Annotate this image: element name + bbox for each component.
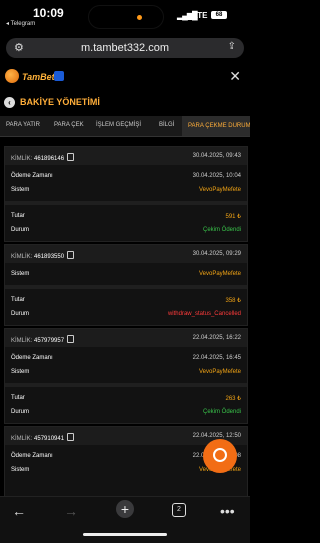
id-label: KİMLİK: — [11, 254, 33, 260]
browser-toolbar: ← → + 2 ••• — [0, 496, 250, 543]
logo-text[interactable]: TamBet — [22, 72, 55, 82]
transaction-date: 22.04.2025, 16:22 — [192, 335, 241, 341]
transaction-date: 22.04.2025, 12:50 — [192, 433, 241, 439]
copy-icon[interactable] — [67, 433, 75, 441]
transaction-card: KİMLİK: 461893550 30.04.2025, 09:29 Sist… — [4, 244, 248, 326]
transaction-header: KİMLİK: 457979957 22.04.2025, 16:22 — [5, 329, 247, 347]
list-item: Durum Çekim Ödendi — [5, 405, 247, 419]
list-item: Sistem VevoPayMefete — [5, 183, 247, 197]
recording-dot-icon — [137, 15, 142, 20]
back-arrow-icon[interactable]: ‹ — [4, 97, 15, 108]
tab-switcher-icon[interactable]: 2 — [172, 503, 186, 517]
list-item: Tutar 263 ₺ — [5, 391, 247, 405]
tab-para-cek[interactable]: PARA ÇEK — [54, 122, 84, 128]
tab-bar: PARA YATIR PARA ÇEK İŞLEM GEÇMİŞİ BİLGİ … — [0, 116, 250, 137]
copy-icon[interactable] — [67, 153, 75, 161]
row-value: VevoPayMefete — [198, 369, 241, 375]
chat-bubble-icon — [213, 448, 227, 462]
row-label: Sistem — [11, 271, 30, 277]
address-bar[interactable]: ⚙ m.tambet332.com ⇪ — [6, 38, 244, 58]
transaction-id: 457910941 — [34, 436, 65, 442]
status-bar: 10:09 ◂ Telegram ▂▄▆█ LTE 68 — [0, 0, 250, 30]
tambet-logo-icon[interactable] — [5, 69, 19, 83]
row-label: Durum — [11, 409, 30, 415]
transaction-header: KİMLİK: 461896146 30.04.2025, 09:43 — [5, 147, 247, 165]
id-label: KİMLİK: — [11, 436, 33, 442]
clock: 10:09 — [33, 6, 64, 20]
list-item: Tutar 591 ₺ — [5, 209, 247, 223]
battery-icon: 68 — [211, 11, 227, 19]
list-item: Ödeme Zamanı 30.04.2025, 10:04 — [5, 169, 247, 183]
row-value: 22.04.2025, 16:45 — [192, 355, 241, 361]
row-label: Sistem — [11, 187, 30, 193]
row-value: VevoPayMefete — [198, 271, 241, 277]
transaction-card: KİMLİK: 457979957 22.04.2025, 16:22 Ödem… — [4, 328, 248, 424]
transaction-date: 30.04.2025, 09:29 — [192, 251, 241, 257]
divider — [5, 383, 247, 387]
row-label: Durum — [11, 227, 30, 233]
row-label: Tutar — [11, 395, 25, 401]
transaction-id: 461896146 — [34, 156, 65, 162]
list-item: Durum withdraw_status_Cancelled — [5, 307, 247, 321]
close-icon[interactable]: ✕ — [229, 68, 241, 85]
back-icon[interactable]: ← — [12, 503, 26, 519]
row-label: Tutar — [11, 213, 25, 219]
id-label: KİMLİK: — [11, 156, 33, 162]
copy-icon[interactable] — [67, 335, 75, 343]
network-label: LTE — [193, 11, 208, 20]
home-indicator — [83, 533, 167, 536]
list-item: Sistem VevoPayMefete — [5, 267, 247, 281]
status-value: Çekim Ödendi — [202, 409, 241, 415]
dynamic-island — [88, 5, 164, 29]
row-value: 30.04.2025, 10:04 — [192, 173, 241, 179]
tab-para-yatir[interactable]: PARA YATIR — [6, 122, 40, 128]
back-to-telegram[interactable]: ◂ Telegram — [6, 20, 35, 27]
amount-value: 591 ₺ — [225, 214, 242, 220]
transaction-id: 457979957 — [34, 338, 65, 344]
row-label: Durum — [11, 311, 30, 317]
site-header: TamBet ✕ — [0, 64, 250, 90]
tab-bilgi[interactable]: BİLGİ — [159, 122, 174, 128]
list-item: Tutar 358 ₺ — [5, 293, 247, 307]
status-value: Çekim Ödendi — [202, 227, 241, 233]
list-item: Ödeme Zamanı 22.04.2025, 16:45 — [5, 351, 247, 365]
row-label: Sistem — [11, 369, 30, 375]
amount-value: 358 ₺ — [225, 298, 242, 304]
list-item: Sistem VevoPayMefete — [5, 365, 247, 379]
tab-islem-gecmisi[interactable]: İŞLEM GEÇMİŞİ — [96, 122, 141, 128]
page-title: BAKİYE YÖNETİMİ — [20, 97, 100, 107]
row-label: Tutar — [11, 297, 25, 303]
more-menu-icon[interactable]: ••• — [220, 503, 235, 519]
new-tab-icon[interactable]: + — [116, 500, 134, 518]
row-value: VevoPayMefete — [198, 187, 241, 193]
row-label: Ödeme Zamanı — [11, 453, 53, 459]
transaction-card: KİMLİK: 461896146 30.04.2025, 09:43 Ödem… — [4, 146, 248, 242]
live-chat-button[interactable] — [203, 439, 237, 473]
share-icon[interactable]: ⇪ — [228, 41, 236, 52]
page-header: ‹ BAKİYE YÖNETİMİ — [0, 92, 250, 112]
language-flag-icon[interactable] — [54, 71, 64, 81]
row-label: Ödeme Zamanı — [11, 355, 53, 361]
id-label: KİMLİK: — [11, 338, 33, 344]
amount-value: 263 ₺ — [225, 396, 242, 402]
transaction-id: 461893550 — [34, 254, 65, 260]
list-item: Durum Çekim Ödendi — [5, 223, 247, 237]
divider — [5, 201, 247, 205]
tab-para-cekme-durum[interactable]: PARA ÇEKME DURUM — [182, 116, 250, 136]
transaction-date: 30.04.2025, 09:43 — [192, 153, 241, 159]
row-label: Ödeme Zamanı — [11, 173, 53, 179]
status-value: withdraw_status_Cancelled — [167, 311, 241, 317]
url-text[interactable]: m.tambet332.com — [6, 42, 244, 54]
copy-icon[interactable] — [67, 251, 75, 259]
forward-icon[interactable]: → — [64, 503, 78, 519]
row-label: Sistem — [11, 467, 30, 473]
divider — [5, 285, 247, 289]
transaction-header: KİMLİK: 461893550 30.04.2025, 09:29 — [5, 245, 247, 263]
